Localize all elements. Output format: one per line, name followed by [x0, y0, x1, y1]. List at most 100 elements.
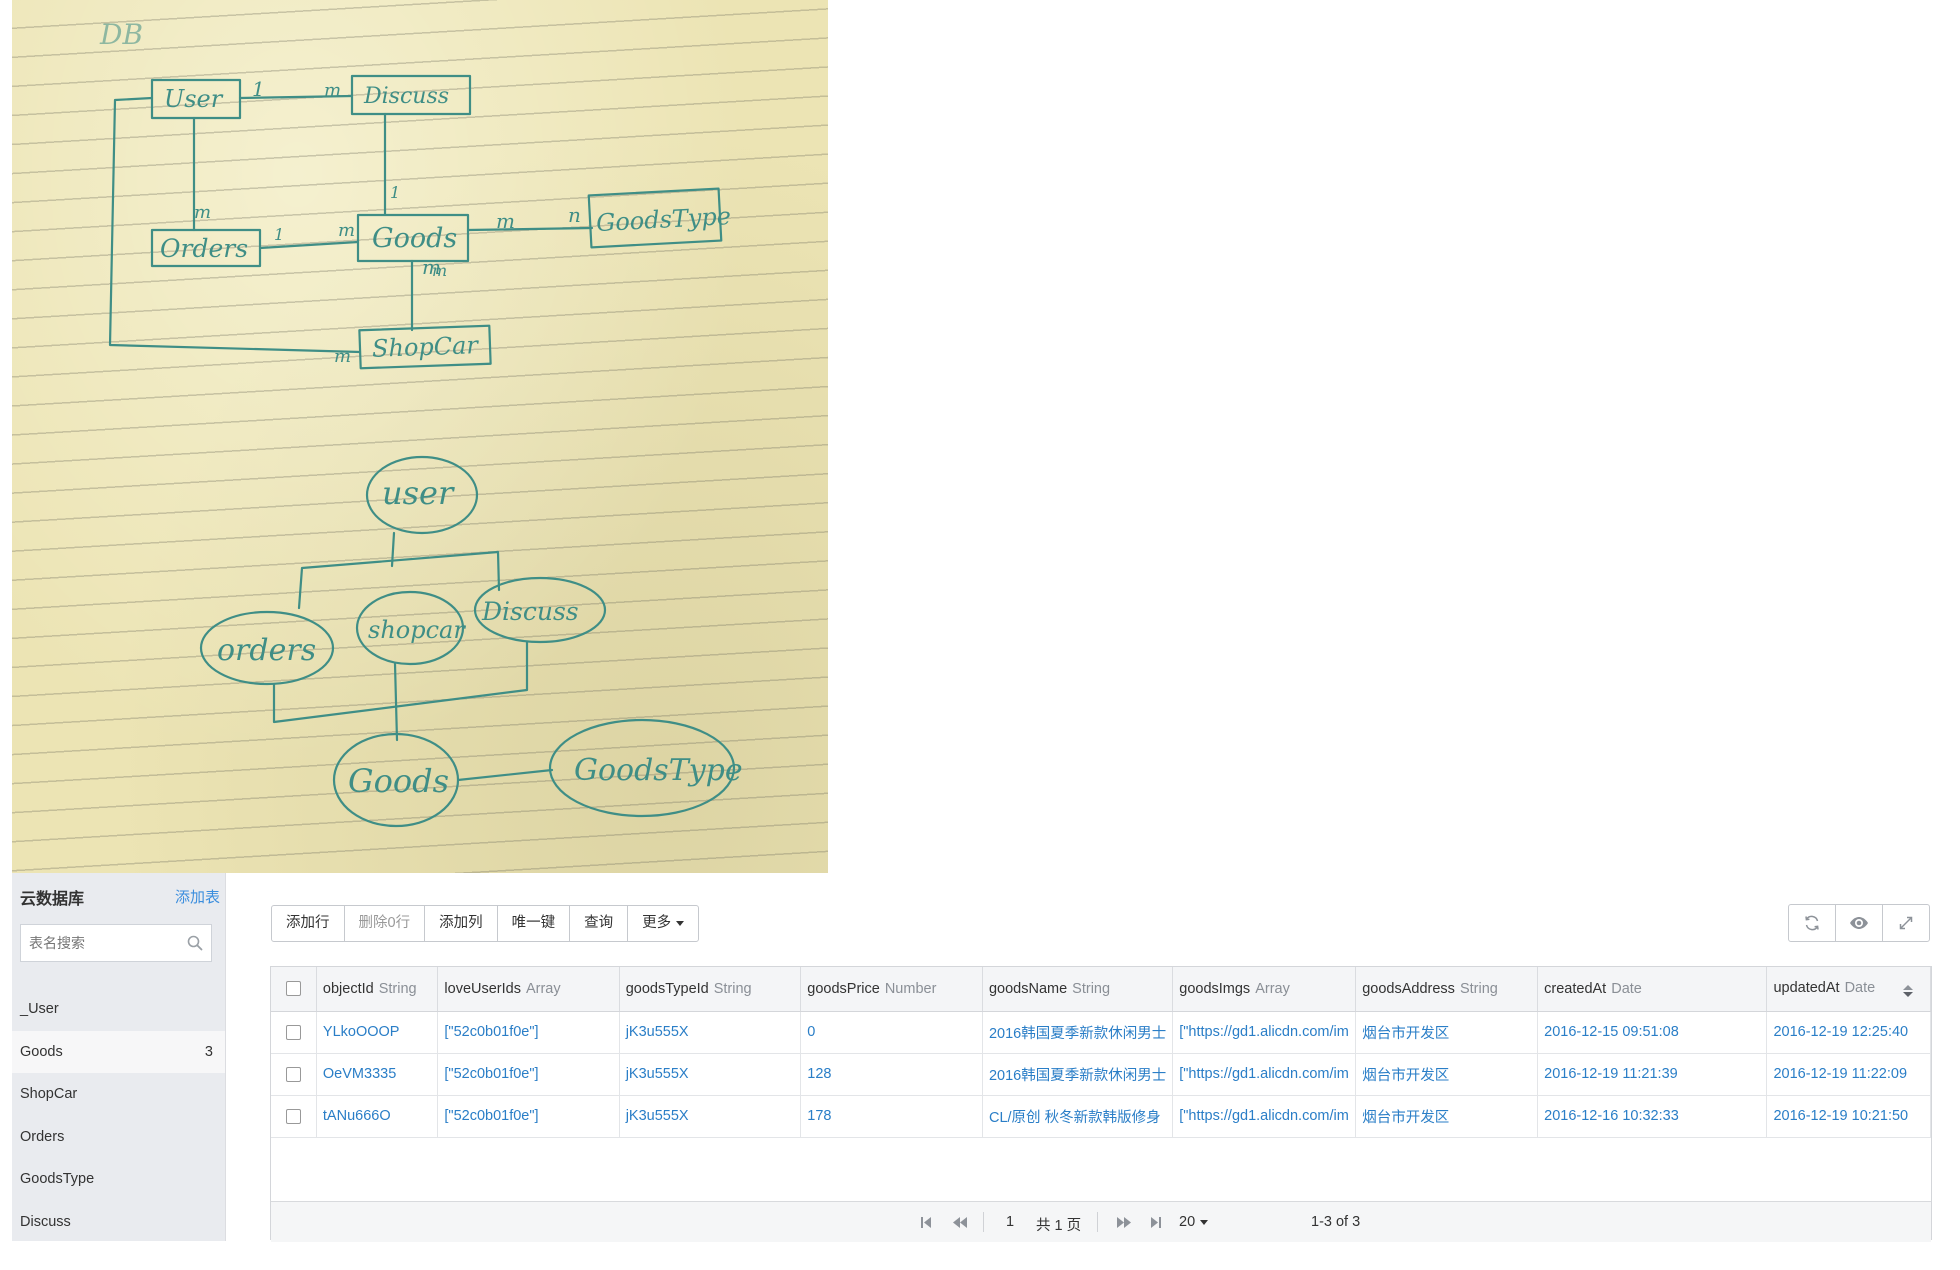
cell-createdat[interactable]: 2016-12-19 11:21:39 [1537, 1053, 1768, 1096]
cell-objectid[interactable]: tANu666O [316, 1095, 439, 1138]
column-header-objectid[interactable]: objectId String [316, 967, 439, 1012]
caret-down-icon [1200, 1219, 1209, 1225]
cell-goodstypeid[interactable]: jK3u555X [619, 1095, 802, 1138]
fullscreen-button[interactable] [1882, 904, 1930, 942]
cell-loveuserids[interactable]: ["52c0b01f0e"] [437, 1011, 620, 1054]
svg-text:User: User [164, 85, 224, 113]
cell-goodsprice[interactable]: 0 [800, 1011, 983, 1054]
sidebar-header: 云数据库 添加表 [20, 885, 220, 908]
page-size-value: 20 [1179, 1214, 1196, 1230]
svg-text:m: m [432, 261, 447, 280]
cell-updatedat[interactable]: 2016-12-19 11:22:09 [1766, 1053, 1931, 1096]
prev-page-icon[interactable] [951, 1214, 969, 1230]
cell-goodsaddress[interactable]: 烟台市开发区 [1355, 1011, 1539, 1054]
cell-updatedat[interactable]: 2016-12-19 10:21:50 [1766, 1095, 1931, 1138]
add-column-button[interactable]: 添加列 [424, 905, 498, 942]
svg-text:Discuss: Discuss [481, 597, 579, 626]
column-header-goodsaddress[interactable]: goodsAddress String [1355, 967, 1539, 1012]
cell-goodsaddress[interactable]: 烟台市开发区 [1355, 1095, 1539, 1138]
delete-rows-button[interactable]: 删除0行 [343, 905, 426, 942]
select-all-cell[interactable] [271, 967, 317, 1012]
row-select-cell[interactable] [271, 1011, 317, 1054]
cell-loveuserids[interactable]: ["52c0b01f0e"] [437, 1053, 620, 1096]
add-table-link[interactable]: 添加表 [175, 886, 220, 907]
column-header-goodsimgs[interactable]: goodsImgs Array [1172, 967, 1357, 1012]
sidebar-item-label: GoodsType [20, 1171, 95, 1187]
data-grid: objectId String loveUserIds Array goodsTyp… [270, 966, 1932, 1242]
cell-goodsimgs[interactable]: ["https://gd1.alicdn.com/im [1172, 1095, 1357, 1138]
row-checkbox[interactable] [285, 1108, 301, 1124]
cell-updatedat[interactable]: 2016-12-19 12:25:40 [1766, 1011, 1931, 1054]
cell-goodsimgs[interactable]: ["https://gd1.alicdn.com/im [1172, 1053, 1357, 1096]
table-search-input[interactable] [27, 925, 181, 961]
column-header-updatedat[interactable]: updatedAt Date [1766, 967, 1931, 1012]
cell-createdat[interactable]: 2016-12-15 09:51:08 [1537, 1011, 1768, 1054]
cell-loveuserids[interactable]: ["52c0b01f0e"] [437, 1095, 620, 1138]
svg-text:GoodsType: GoodsType [574, 753, 743, 788]
cell-goodsprice[interactable]: 128 [800, 1053, 983, 1096]
sidebar-item-label: Goods [20, 1043, 63, 1060]
more-dropdown-button[interactable]: 更多 [627, 905, 700, 942]
search-icon[interactable] [187, 935, 203, 951]
svg-text:user: user [382, 474, 455, 512]
sidebar-item-label: ShopCar [20, 1086, 78, 1102]
column-header-createdat[interactable]: createdAt Date [1537, 967, 1768, 1012]
add-row-button[interactable]: 添加行 [271, 905, 345, 942]
data-table: objectId String loveUserIds Array goodsTyp… [271, 967, 1931, 1138]
next-page-icon[interactable] [1115, 1214, 1133, 1230]
cell-goodstypeid[interactable]: jK3u555X [619, 1011, 802, 1054]
svg-text:m: m [496, 209, 515, 233]
cell-goodsname[interactable]: 2016韩国夏季新款休闲男士 [982, 1011, 1174, 1054]
cell-goodsimgs[interactable]: ["https://gd1.alicdn.com/im [1172, 1011, 1357, 1054]
eye-icon [1850, 917, 1868, 929]
row-checkbox[interactable] [285, 1066, 301, 1082]
svg-text:shopcar: shopcar [368, 616, 466, 644]
row-select-cell[interactable] [271, 1053, 317, 1096]
row-count-badge: 3 [204, 1043, 213, 1060]
column-header-goodsprice[interactable]: goodsPrice Number [800, 967, 983, 1012]
sidebar-title: 云数据库 [20, 891, 85, 908]
sidebar-item-discuss[interactable]: Discuss [12, 1201, 225, 1244]
first-page-icon[interactable] [919, 1214, 933, 1230]
cell-goodsname[interactable]: 2016韩国夏季新款休闲男士 [982, 1053, 1174, 1096]
table-search-field[interactable] [20, 924, 212, 962]
cell-objectid[interactable]: YLkoOOOP [316, 1011, 439, 1054]
sidebar-item-label: Discuss [20, 1213, 71, 1230]
table-row[interactable]: OeVM3335 ["52c0b01f0e"] jK3u555X 128 201… [271, 1053, 1931, 1096]
query-button[interactable]: 查询 [569, 905, 629, 942]
cell-createdat[interactable]: 2016-12-16 10:32:33 [1537, 1095, 1768, 1138]
sort-icon[interactable] [1902, 984, 1914, 998]
sidebar-item-goodstype[interactable]: GoodsType [12, 1158, 225, 1201]
table-toolbar: 添加行 删除0行 添加列 唯一键 查询 更多 [271, 905, 700, 942]
table-row[interactable]: tANu666O ["52c0b01f0e"] jK3u555X 178 CL/… [271, 1095, 1931, 1138]
page-size-select[interactable]: 20 [1179, 1214, 1209, 1230]
sidebar-item-label: _User [20, 1001, 59, 1017]
select-all-checkbox[interactable] [285, 981, 301, 997]
column-header-loveuserids[interactable]: loveUserIds Array [437, 967, 620, 1012]
unique-key-button[interactable]: 唯一键 [496, 905, 571, 942]
cell-goodsaddress[interactable]: 烟台市开发区 [1355, 1053, 1539, 1096]
last-page-icon[interactable] [1149, 1214, 1163, 1230]
current-page-input[interactable]: 1 [1006, 1214, 1014, 1230]
notes-title: DB [99, 18, 143, 51]
table-row[interactable]: YLkoOOOP ["52c0b01f0e"] jK3u555X 0 2016韩… [271, 1011, 1931, 1054]
svg-text:GoodsType: GoodsType [595, 202, 731, 237]
sidebar-item-goods[interactable]: Goods 3 [12, 1030, 225, 1073]
row-checkbox[interactable] [285, 1024, 301, 1040]
cell-goodstypeid[interactable]: jK3u555X [619, 1053, 802, 1096]
cell-goodsprice[interactable]: 178 [800, 1095, 983, 1138]
visibility-button[interactable] [1835, 904, 1883, 942]
cell-objectid[interactable]: OeVM3335 [316, 1053, 439, 1096]
sidebar-item-orders[interactable]: Orders [12, 1116, 225, 1159]
column-header-goodsname[interactable]: goodsName String [982, 967, 1174, 1012]
refresh-button[interactable] [1788, 904, 1836, 942]
row-select-cell[interactable] [271, 1095, 317, 1138]
sidebar-item-label: Orders [20, 1128, 65, 1145]
sidebar-item-shopcar[interactable]: ShopCar [12, 1073, 225, 1116]
cell-goodsname[interactable]: CL/原创 秋冬新款韩版修身 [982, 1095, 1174, 1138]
total-pages-label: 共 1 页 [1036, 1218, 1082, 1234]
sidebar-item-user[interactable]: _User [12, 988, 225, 1031]
svg-text:1: 1 [390, 183, 400, 202]
refresh-icon [1805, 915, 1819, 931]
column-header-goodstypeid[interactable]: goodsTypeId String [619, 967, 802, 1012]
